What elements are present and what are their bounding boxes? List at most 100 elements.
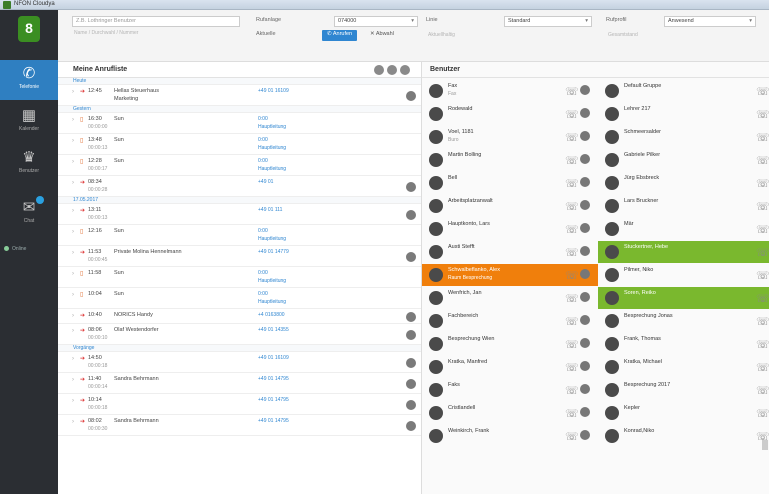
rufanlage-select[interactable]: 074000 xyxy=(334,16,418,27)
user-card[interactable]: Austi Stefft ☏ xyxy=(422,241,598,263)
caller-number[interactable]: 0:00 xyxy=(258,228,268,234)
handset-icon[interactable]: ☏ xyxy=(565,338,579,351)
sidebar-item-benutzer[interactable]: ♛ Benutzer xyxy=(0,144,58,184)
call-row[interactable]: › ▯ 13:48 00:00:13 Sun 0:00 Hauptleitung xyxy=(58,134,421,155)
expand-icon[interactable]: › xyxy=(72,356,74,362)
expand-icon[interactable]: › xyxy=(72,89,74,95)
handset-icon[interactable]: ☏ xyxy=(756,384,769,397)
handset-icon[interactable]: ☏ xyxy=(756,246,769,259)
caller-number[interactable]: +49 01 16109 xyxy=(258,355,289,361)
user-card[interactable]: Pilmer, Niko ☏ xyxy=(598,264,769,286)
settings-icon[interactable] xyxy=(400,65,410,75)
user-card[interactable]: Fax Fax ☏ xyxy=(422,80,598,102)
user-card[interactable]: Lehrer 217 ☏ xyxy=(598,103,769,125)
scrollbar[interactable] xyxy=(762,440,768,450)
handset-icon[interactable]: ☏ xyxy=(756,269,769,282)
user-card[interactable]: Rodewald ☏ xyxy=(422,103,598,125)
hangup-button[interactable]: ✕ Abwahl xyxy=(370,31,394,37)
user-card[interactable]: Voel, 1181 Buro ☏ xyxy=(422,126,598,148)
handset-icon[interactable]: ☏ xyxy=(756,154,769,167)
user-card[interactable]: Kepler ☏ xyxy=(598,402,769,424)
user-card[interactable]: Stuckertner, Hebe ☏ xyxy=(598,241,769,263)
call-row[interactable]: › ▯ 11:58 Sun 0:00 Hauptleitung xyxy=(58,267,421,288)
caller-number[interactable]: 0:00 xyxy=(258,137,268,143)
handset-icon[interactable]: ☏ xyxy=(756,292,769,305)
caller-number[interactable]: +4 0163800 xyxy=(258,312,285,318)
handset-icon[interactable]: ☏ xyxy=(756,200,769,213)
handset-icon[interactable]: ☏ xyxy=(565,361,579,374)
caller-number[interactable]: +49 01 111 xyxy=(258,207,282,213)
expand-icon[interactable]: › xyxy=(72,313,74,319)
user-card[interactable]: Bell ☏ xyxy=(422,172,598,194)
user-card[interactable]: Jürg Ebsbreck ☏ xyxy=(598,172,769,194)
handset-icon[interactable]: ☏ xyxy=(565,292,579,305)
handset-icon[interactable]: ☏ xyxy=(756,108,769,121)
handset-icon[interactable]: ☏ xyxy=(756,85,769,98)
caller-number[interactable]: 0:00 xyxy=(258,291,268,297)
call-row[interactable]: › ➔ 08:02 00:00:30 Sandra Behrmann +49 01 147… xyxy=(58,415,421,436)
handset-icon[interactable]: ☏ xyxy=(565,131,579,144)
handset-icon[interactable]: ☏ xyxy=(565,85,579,98)
handset-icon[interactable]: ☏ xyxy=(756,407,769,420)
call-row[interactable]: › ▯ 12:28 00:00:17 Sun 0:00 Hauptleitung xyxy=(58,155,421,176)
linie-select[interactable]: Standard xyxy=(504,16,592,27)
handset-icon[interactable]: ☏ xyxy=(565,384,579,397)
sidebar-item-telefonie[interactable]: ✆ Telefonie xyxy=(0,60,58,100)
call-row[interactable]: › ➔ 14:50 00:00:18 +49 01 16109 xyxy=(58,352,421,373)
user-card[interactable]: Mär ☏ xyxy=(598,218,769,240)
handset-icon[interactable]: ☏ xyxy=(565,246,579,259)
call-row[interactable]: › ➔ 08:34 00:00:28 +49 01 xyxy=(58,176,421,197)
presence-status[interactable]: Online xyxy=(4,246,26,252)
user-card[interactable]: Default Gruppe ☏ xyxy=(598,80,769,102)
callback-icon[interactable] xyxy=(406,358,416,368)
call-row[interactable]: › ➔ 11:40 00:00:14 Sandra Behrmann +49 01 147… xyxy=(58,373,421,394)
caller-number[interactable]: +49 01 xyxy=(258,179,273,185)
callback-icon[interactable] xyxy=(406,400,416,410)
handset-icon[interactable]: ☏ xyxy=(565,108,579,121)
call-button[interactable]: ✆ Anrufen xyxy=(322,30,358,41)
caller-number[interactable]: +49 01 14355 xyxy=(258,327,289,333)
callback-icon[interactable] xyxy=(406,252,416,262)
handset-icon[interactable]: ☏ xyxy=(756,131,769,144)
filter-icon[interactable] xyxy=(374,65,384,75)
call-row[interactable]: › ➔ 10:14 00:00:18 +49 01 14795 xyxy=(58,394,421,415)
user-card[interactable]: Weinkirch, Frank ☏ xyxy=(422,425,598,447)
user-card[interactable]: Konrad,Niko ☏ xyxy=(598,425,769,447)
expand-icon[interactable]: › xyxy=(72,398,74,404)
callback-icon[interactable] xyxy=(406,379,416,389)
user-card[interactable]: Besprechung Wien ☏ xyxy=(422,333,598,355)
caller-number[interactable]: +49 01 14779 xyxy=(258,249,289,255)
user-card[interactable]: Wenfrich, Jan ☏ xyxy=(422,287,598,309)
search-input[interactable]: Z.B. Lothringer Benutzer xyxy=(72,16,240,27)
caller-number[interactable]: 0:00 xyxy=(258,158,268,164)
user-card[interactable]: Lars Bruckner ☏ xyxy=(598,195,769,217)
rufprofil-select[interactable]: Anwesend xyxy=(664,16,756,27)
call-row[interactable]: › ➔ 13:11 00:00:13 +49 01 111 xyxy=(58,204,421,225)
callback-icon[interactable] xyxy=(406,210,416,220)
user-card[interactable]: Arbeitsplatzanwalt ☏ xyxy=(422,195,598,217)
caller-number[interactable]: +49 01 14795 xyxy=(258,418,289,424)
handset-icon[interactable]: ☏ xyxy=(565,315,579,328)
handset-icon[interactable]: ☏ xyxy=(756,361,769,374)
user-card[interactable]: Faks ☏ xyxy=(422,379,598,401)
user-card[interactable]: Soren, Reiko ☏ xyxy=(598,287,769,309)
call-row[interactable]: › ▯ 12:16 Sun 0:00 Hauptleitung xyxy=(58,225,421,246)
handset-icon[interactable]: ☏ xyxy=(565,269,579,282)
caller-number[interactable]: 0:00 xyxy=(258,116,268,122)
sidebar-item-kalender[interactable]: ▦ Kalender xyxy=(0,102,58,142)
handset-icon[interactable]: ☏ xyxy=(756,338,769,351)
call-row[interactable]: › ➔ 11:53 00:00:45 Private Molina Hennelmann… xyxy=(58,246,421,267)
handset-icon[interactable]: ☏ xyxy=(565,200,579,213)
expand-icon[interactable]: › xyxy=(72,138,74,144)
expand-icon[interactable]: › xyxy=(72,117,74,123)
user-card[interactable]: Gabriele Pilker ☏ xyxy=(598,149,769,171)
handset-icon[interactable]: ☏ xyxy=(756,315,769,328)
callback-icon[interactable] xyxy=(406,330,416,340)
expand-icon[interactable]: › xyxy=(72,208,74,214)
expand-icon[interactable]: › xyxy=(72,419,74,425)
call-row[interactable]: › ▯ 16:30 00:00:00 Sun 0:00 Hauptleitung xyxy=(58,113,421,134)
user-card[interactable]: Schwalbeflanko, Alex Raum Besprechung ☏ xyxy=(422,264,598,286)
expand-icon[interactable]: › xyxy=(72,250,74,256)
user-card[interactable]: Martin Bolling ☏ xyxy=(422,149,598,171)
expand-icon[interactable]: › xyxy=(72,229,74,235)
